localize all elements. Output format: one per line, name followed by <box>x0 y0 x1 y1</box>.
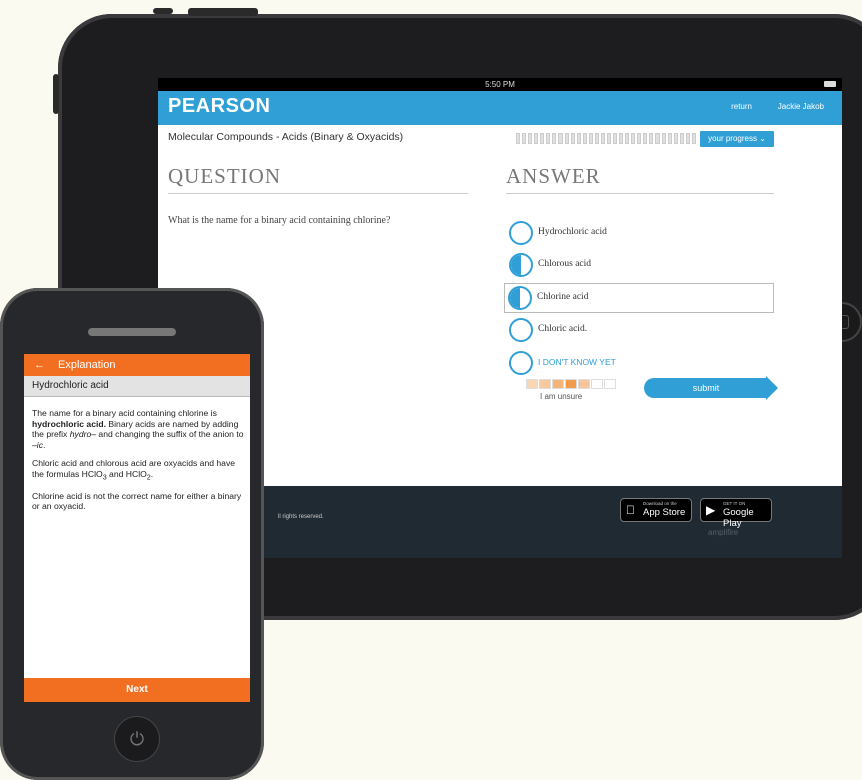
explanation-body: The name for a binary acid containing ch… <box>32 408 244 520</box>
battery-icon <box>824 81 836 87</box>
confidence-circle-icon[interactable] <box>509 221 533 245</box>
answer-option[interactable]: Chlorous acid <box>506 251 774 279</box>
app-store-small-text: Download on the <box>643 501 677 506</box>
app-store-text: App Store <box>643 507 686 518</box>
course-title: Molecular Compounds - Acids (Binary & Ox… <box>168 131 404 143</box>
submit-arrow-icon[interactable] <box>766 376 778 400</box>
explanation-paragraph: Chloric acid and chlorous acid are oxyac… <box>32 458 236 482</box>
question-text: What is the name for a binary acid conta… <box>168 215 391 226</box>
chevron-down-icon: ⌄ <box>759 134 766 143</box>
confidence-circle-half-icon[interactable] <box>509 253 533 277</box>
correct-answer-label: Hydrochloric acid <box>32 380 109 391</box>
google-play-icon: ▶ <box>706 503 716 517</box>
app-store-badge[interactable]:  Download on the App Store <box>620 498 692 522</box>
explanation-paragraph: The name for a binary acid containing ch… <box>32 408 244 450</box>
answer-label: Chlorine acid <box>537 292 589 302</box>
answer-label: Chlorous acid <box>538 259 592 269</box>
explanation-title: Explanation <box>58 359 116 371</box>
answer-label: Chloric acid. <box>538 324 588 334</box>
return-link[interactable]: return <box>731 102 752 111</box>
copyright-text: ll rights reserved. <box>278 514 324 520</box>
phone-device: ⏻ ← Explanation Hydrochloric acid The na… <box>0 288 264 780</box>
question-heading: QUESTION <box>168 164 468 194</box>
status-time: 5:50 PM <box>485 80 515 89</box>
answer-option[interactable]: Hydrochloric acid <box>506 219 774 247</box>
your-progress-button[interactable]: your progress ⌄ <box>700 131 774 147</box>
confidence-meter <box>526 379 616 389</box>
next-button[interactable]: Next <box>24 678 250 702</box>
answer-label: I DON'T KNOW YET <box>538 357 616 367</box>
apple-icon:  <box>626 503 635 517</box>
explanation-header: ← Explanation <box>24 354 250 376</box>
confidence-label: I am unsure <box>540 392 583 401</box>
your-progress-label: your progress <box>708 134 757 143</box>
google-play-text: Google Play <box>723 507 754 529</box>
submit-button[interactable]: submit <box>644 378 768 398</box>
confidence-circle-icon[interactable] <box>509 318 533 342</box>
app-header: PEARSON return Jackie Jakob <box>158 91 842 125</box>
answer-option[interactable]: Chloric acid. <box>506 316 774 344</box>
back-arrow-icon[interactable]: ← <box>34 354 45 376</box>
user-name-link[interactable]: Jackie Jakob <box>778 102 824 111</box>
power-icon[interactable]: ⏻ <box>114 716 160 762</box>
confidence-circle-icon[interactable] <box>509 351 533 375</box>
google-play-badge[interactable]: ▶ GET IT ON Google Play <box>700 498 772 529</box>
tablet-top-button <box>188 8 258 16</box>
phone-screen: ← Explanation Hydrochloric acid The name… <box>24 354 250 702</box>
explanation-paragraph: Chlorine acid is not the correct name fo… <box>32 490 242 512</box>
explanation-subheader: Hydrochloric acid <box>24 376 250 397</box>
pearson-logo: PEARSON <box>168 95 271 117</box>
answer-label: Hydrochloric acid <box>538 227 607 237</box>
answer-option-dont-know[interactable]: I DON'T KNOW YET <box>506 349 774 377</box>
answer-heading: ANSWER <box>506 164 774 194</box>
google-play-small-text: GET IT ON <box>723 501 746 506</box>
tablet-top-button-small <box>153 8 173 14</box>
confidence-circle-half-icon[interactable] <box>508 286 532 310</box>
module-progress-bar <box>516 133 696 144</box>
status-bar: 5:50 PM <box>158 78 842 91</box>
amplifire-logo: amplifire <box>708 528 739 537</box>
answer-option-selected[interactable]: Chlorine acid <box>504 283 774 313</box>
phone-speaker <box>88 328 176 336</box>
tablet-side-button <box>53 74 59 114</box>
